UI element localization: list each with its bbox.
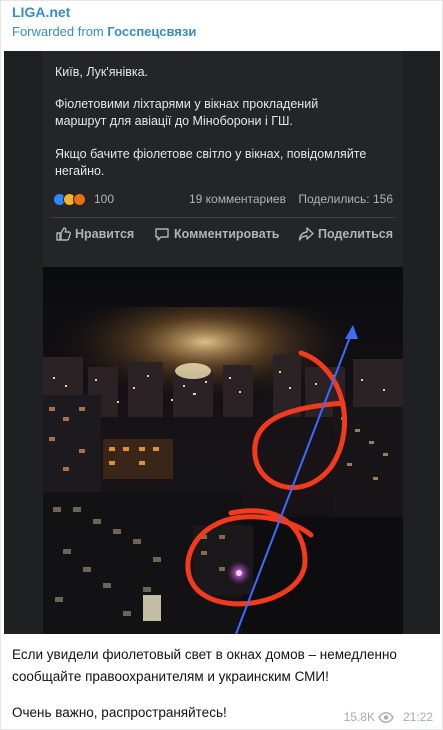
fb-share-label: Поделиться — [318, 227, 394, 241]
view-count: 15.8K — [343, 710, 375, 724]
like-icon — [56, 227, 71, 241]
fb-post-location: Київ, Лук'янівка. — [55, 65, 149, 79]
eye-icon — [378, 711, 394, 723]
message-meta: 15.8K 21:22 — [344, 710, 433, 724]
share-icon — [298, 227, 314, 241]
fb-post-stats: 19 комментариев Поделились: 156 — [189, 192, 393, 206]
fb-share-action: Поделиться — [298, 226, 393, 242]
message-time: 21:22 — [402, 710, 433, 724]
night-city-photo — [43, 267, 403, 634]
night-city-illustration — [43, 267, 403, 634]
reaction-count: 100 — [94, 192, 115, 206]
media-image[interactable]: Київ, Лук'янівка. Фіолетовими ліхтарями … — [4, 51, 440, 634]
shares-count: Поделились: 156 — [298, 192, 393, 206]
angry-reaction-icon — [73, 192, 86, 206]
fb-comment-action: Комментировать — [154, 226, 279, 242]
comment-icon — [155, 228, 169, 241]
message-bubble: LIGA.net Forwarded from Госспецсвязи Киї… — [0, 0, 443, 730]
forwarded-prefix: Forwarded from — [12, 24, 108, 39]
divider — [51, 217, 395, 218]
channel-name[interactable]: LIGA.net — [12, 4, 70, 20]
fb-post-text-line: Якщо бачите фіолетове світло у вікнах, п… — [55, 147, 367, 161]
fb-comment-label: Комментировать — [174, 227, 280, 241]
fb-reactions: 100 — [53, 192, 114, 206]
fb-like-action: Нравится — [55, 226, 134, 242]
forwarded-source-link[interactable]: Госспецсвязи — [107, 24, 196, 39]
fb-post-text-line: негайно. — [55, 164, 105, 178]
forwarded-from: Forwarded from Госспецсвязи — [12, 24, 196, 39]
comments-count: 19 комментариев — [188, 192, 286, 206]
fb-like-label: Нравится — [75, 227, 135, 241]
message-paragraph: Если увидели фиолетовый свет в окнах дом… — [12, 647, 397, 684]
fb-post-text-line: Фіолетовими ліхтарями у вікнах прокладен… — [55, 97, 319, 111]
fb-post-actions: Нравится Комментировать Поделиться — [43, 226, 403, 248]
fb-post-text-line: маршрут для авіації до Міноборони і ГШ. — [55, 114, 293, 128]
